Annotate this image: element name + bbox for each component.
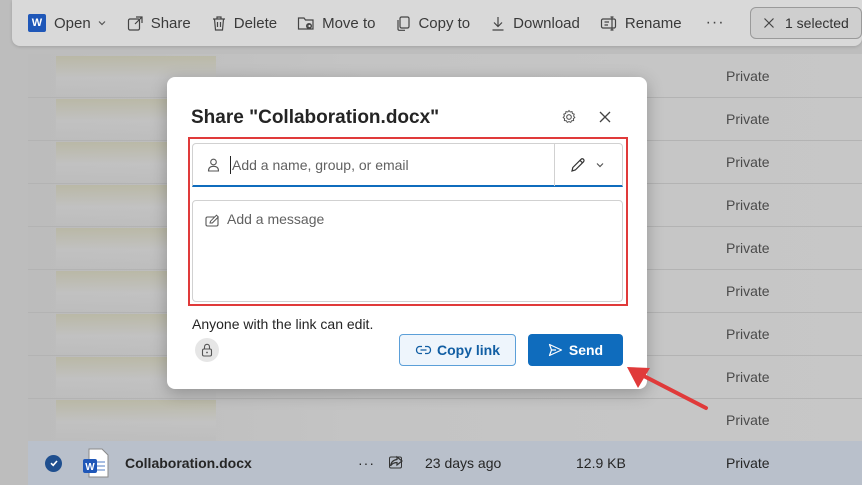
move-to-button[interactable]: Move to	[287, 0, 385, 46]
copy-link-label: Copy link	[436, 342, 500, 358]
share-label: Share	[150, 14, 191, 32]
share-icon[interactable]	[388, 454, 404, 473]
access-cell: Private	[726, 154, 770, 170]
copy-to-button[interactable]: Copy to	[385, 0, 480, 46]
access-cell: Private	[726, 455, 770, 471]
annotation-arrow-icon	[627, 367, 708, 410]
download-label: Download	[513, 14, 580, 32]
word-icon: W	[28, 14, 46, 32]
access-cell: Private	[726, 283, 770, 299]
download-icon	[492, 16, 504, 31]
lock-icon[interactable]	[195, 338, 219, 362]
checkmark-icon[interactable]	[45, 454, 62, 472]
command-bar: W Open Share Delete Move to Copy to Down…	[12, 0, 862, 46]
link-icon	[415, 345, 432, 355]
delete-button[interactable]: Delete	[201, 0, 287, 46]
copy-icon	[397, 15, 411, 31]
file-size: 12.9 KB	[576, 455, 626, 471]
gear-icon[interactable]	[561, 109, 577, 130]
link-settings-note[interactable]: Anyone with the link can edit.	[192, 316, 373, 332]
file-name[interactable]: Collaboration.docx	[125, 455, 252, 471]
trash-icon	[212, 15, 225, 31]
download-button[interactable]: Download	[480, 0, 590, 46]
word-file-icon: W	[82, 448, 110, 478]
close-icon[interactable]	[599, 110, 611, 128]
access-cell: Private	[726, 240, 770, 256]
open-button[interactable]: W Open	[12, 0, 117, 46]
access-cell: Private	[726, 369, 770, 385]
folder-move-icon	[297, 16, 314, 30]
access-cell: Private	[726, 68, 770, 84]
more-options-button[interactable]: ···	[692, 0, 739, 46]
chevron-down-icon	[98, 21, 106, 26]
close-icon[interactable]	[763, 17, 775, 29]
selection-pill[interactable]: 1 selected	[750, 7, 862, 39]
delete-label: Delete	[233, 14, 278, 32]
share-button[interactable]: Share	[117, 0, 201, 46]
access-cell: Private	[726, 111, 770, 127]
copy-link-button[interactable]: Copy link	[399, 334, 516, 366]
row-divider	[28, 398, 862, 399]
share-dialog: Share "Collaboration.docx" Anyone with t…	[167, 77, 647, 389]
selected-count: 1 selected	[785, 15, 849, 31]
access-cell: Private	[726, 197, 770, 213]
rename-icon	[600, 15, 616, 31]
more-actions-icon[interactable]: ···	[358, 455, 375, 471]
svg-text:W: W	[85, 462, 95, 473]
modified-date: 23 days ago	[425, 455, 502, 471]
copy-to-label: Copy to	[418, 14, 471, 32]
rename-button[interactable]: Rename	[590, 0, 692, 46]
rename-label: Rename	[624, 14, 682, 32]
dialog-title: Share "Collaboration.docx"	[191, 107, 440, 128]
table-row-selected[interactable]: W Collaboration.docx ··· 23 days ago 12.…	[28, 441, 862, 485]
share-icon	[127, 15, 143, 31]
send-label: Send	[568, 342, 604, 358]
access-cell: Private	[726, 326, 770, 342]
open-label: Open	[54, 14, 91, 32]
highlight-box	[188, 137, 628, 306]
move-to-label: Move to	[322, 14, 376, 32]
send-button[interactable]: Send	[528, 334, 623, 366]
access-cell: Private	[726, 412, 770, 428]
send-icon	[548, 343, 562, 357]
